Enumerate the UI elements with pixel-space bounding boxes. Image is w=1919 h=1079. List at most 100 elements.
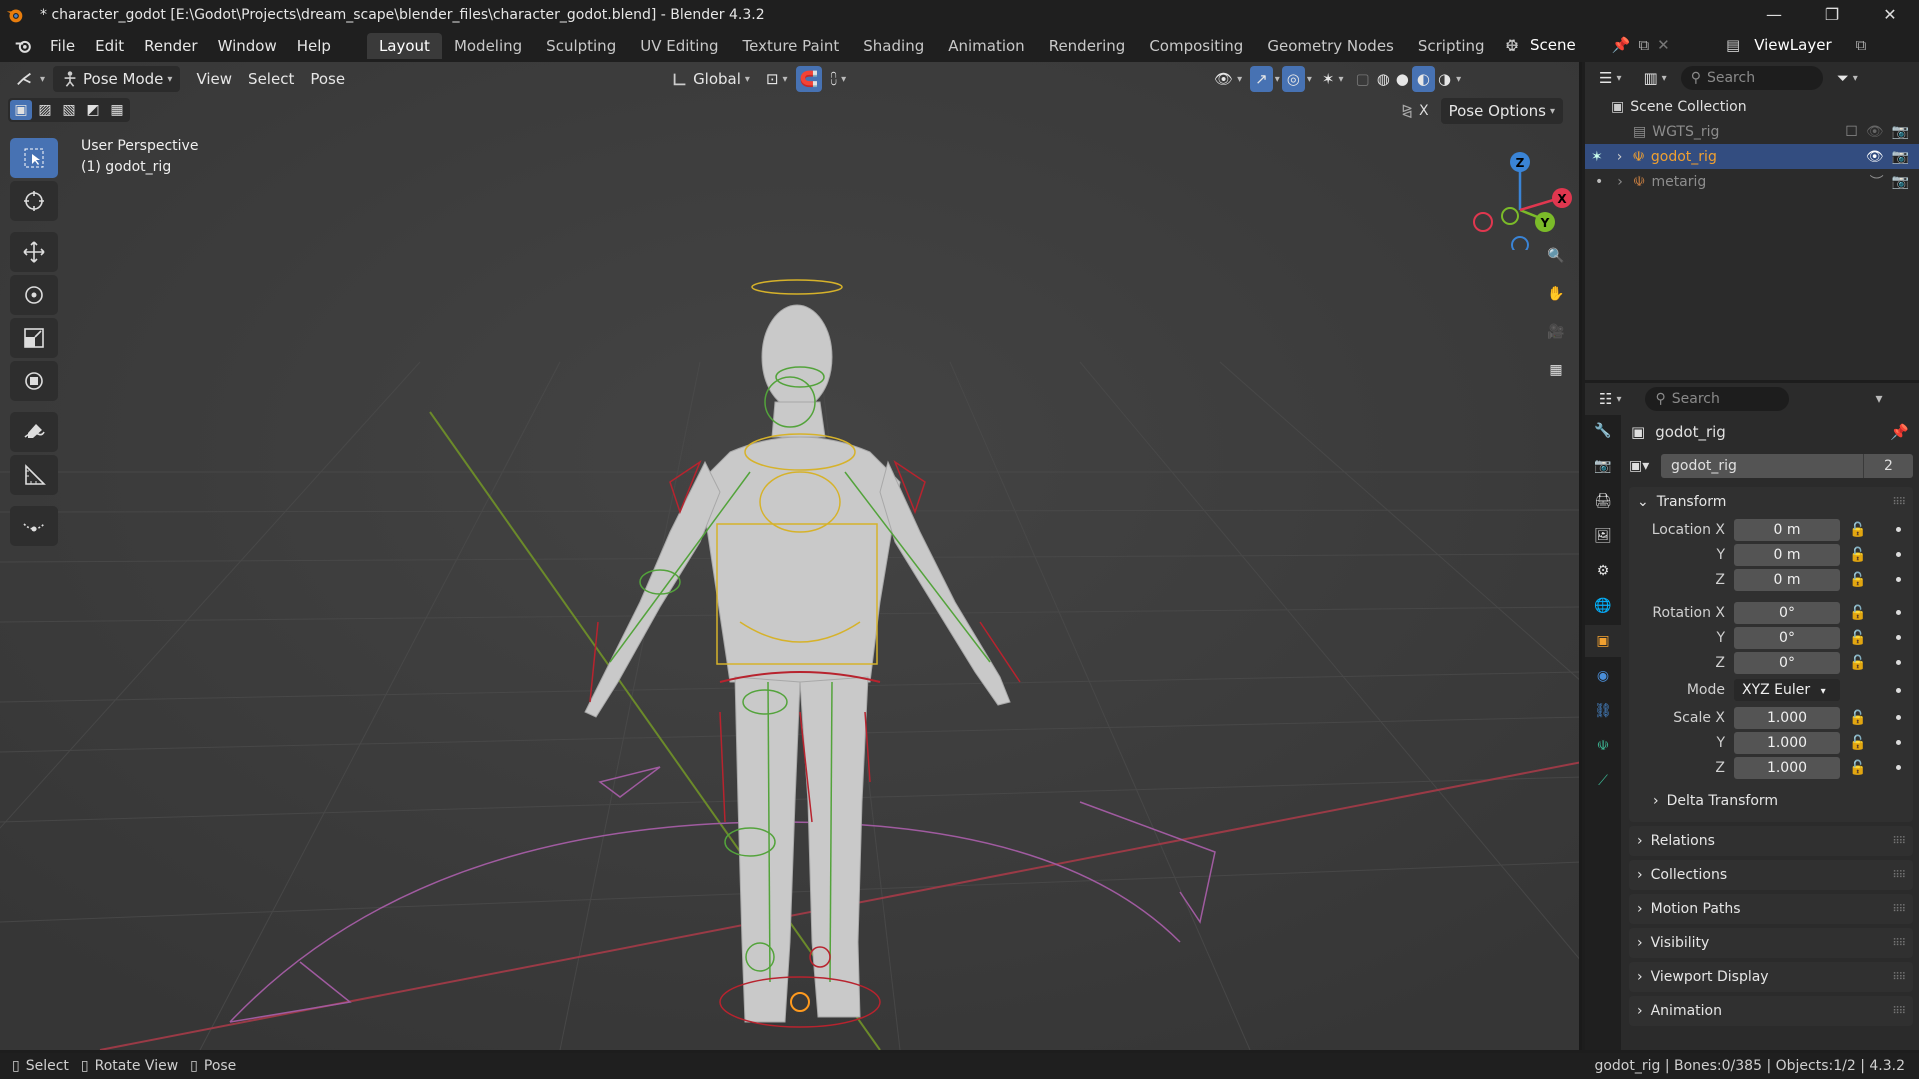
user-count[interactable]: 2 (1863, 454, 1913, 478)
drag-handle-icon[interactable]: ⠿⠿ (1892, 870, 1906, 881)
shading-menu[interactable]: ▾ (1454, 66, 1463, 92)
tab-rendering[interactable]: Rendering (1037, 33, 1138, 59)
keyframe-dot-icon[interactable] (1896, 740, 1901, 745)
tab-texture-paint[interactable]: Texture Paint (730, 33, 851, 59)
new-view-layer-icon[interactable]: ⧉ (1856, 36, 1867, 54)
pose-options-button[interactable]: Pose Options ▾ (1440, 98, 1563, 124)
camera-view-icon[interactable]: 🎥 (1540, 316, 1572, 348)
scale-tool[interactable] (10, 318, 58, 358)
drag-handle-icon[interactable]: ⠿⠿ (1892, 836, 1906, 847)
filter-button[interactable]: ⏷ ▾ (1829, 65, 1866, 91)
visibility-panel[interactable]: › Visibility ⠿⠿ (1629, 928, 1913, 958)
keyframe-dot-icon[interactable] (1896, 552, 1901, 557)
rotation-z-field[interactable]: 0° (1734, 651, 1840, 674)
cursor-tool[interactable] (10, 181, 58, 221)
bone-overlay-button[interactable]: ✶ ▾ (1314, 66, 1352, 92)
lock-icon[interactable]: 🔓 (1849, 655, 1866, 671)
overlay-toggle[interactable]: ◎ (1281, 66, 1305, 92)
rendered-shading[interactable]: ◑ (1435, 66, 1454, 92)
object-tab-icon[interactable]: ▣ (1585, 625, 1621, 657)
editor-type-button[interactable]: ▾ (6, 66, 53, 92)
wireframe-shading[interactable]: ◍ (1374, 66, 1393, 92)
lock-icon[interactable]: 🔓 (1849, 572, 1866, 588)
pin-icon[interactable]: 📌 (1890, 423, 1909, 441)
hidden-eye-icon[interactable]: ︶ (1870, 172, 1884, 192)
output-tab-icon[interactable]: 🖨 (1585, 485, 1621, 517)
delta-transform-subpanel[interactable]: › Delta Transform (1629, 786, 1913, 816)
outliner-row-metarig[interactable]: • › ☫ metarig ︶ 📷 (1585, 169, 1919, 194)
3d-viewport[interactable]: ▾ Pose Mode ▾ View Select Pose Global ▾ … (0, 62, 1582, 1050)
object-name-input[interactable]: godot_rig (1661, 454, 1863, 478)
menu-window[interactable]: Window (208, 37, 287, 55)
lock-icon[interactable]: 🔓 (1849, 605, 1866, 621)
expand-chevron-icon[interactable]: › (1617, 174, 1623, 190)
lock-icon[interactable]: 🔓 (1849, 760, 1866, 776)
keyframe-dot-icon[interactable] (1896, 610, 1901, 615)
keyframe-dot-icon[interactable] (1896, 715, 1901, 720)
scale-x-field[interactable]: 1.000 (1734, 706, 1840, 729)
tab-sculpting[interactable]: Sculpting (534, 33, 628, 59)
rotate-tool[interactable] (10, 275, 58, 315)
visibility-button[interactable]: 👁 ▾ (1206, 66, 1250, 92)
mode-selector[interactable]: Pose Mode ▾ (53, 66, 181, 92)
render-tab-icon[interactable]: 📷 (1585, 450, 1621, 482)
outliner-row-godot-rig[interactable]: ✶ › ☫ godot_rig 👁 📷 (1585, 144, 1919, 169)
drag-handle-icon[interactable]: ⠿⠿ (1892, 972, 1906, 983)
gizmo-menu[interactable]: ▾ (1273, 66, 1282, 92)
scale-y-field[interactable]: 1.000 (1734, 731, 1840, 754)
menu-edit[interactable]: Edit (85, 37, 134, 55)
viewport-display-panel[interactable]: › Viewport Display ⠿⠿ (1629, 962, 1913, 992)
tab-layout[interactable]: Layout (366, 32, 442, 59)
outliner-row-wgts-rig[interactable]: ▤ WGTS_rig ☐ 👁 📷 (1585, 119, 1919, 144)
select-new-icon[interactable]: ▣ (10, 100, 32, 120)
scale-z-field[interactable]: 1.000 (1734, 756, 1840, 779)
tab-shading[interactable]: Shading (851, 33, 936, 59)
keyframe-dot-icon[interactable] (1896, 765, 1901, 770)
properties-editor-type[interactable]: ☷ ▾ (1591, 386, 1629, 412)
animation-panel[interactable]: › Animation ⠿⠿ (1629, 996, 1913, 1026)
overlay-menu[interactable]: ▾ (1305, 66, 1314, 92)
motion-paths-panel[interactable]: › Motion Paths ⠿⠿ (1629, 894, 1913, 924)
rotation-y-field[interactable]: 0° (1734, 626, 1840, 649)
menu-file[interactable]: File (40, 37, 85, 55)
menu-help[interactable]: Help (287, 37, 341, 55)
tab-animation[interactable]: Animation (936, 33, 1036, 59)
transform-panel-header[interactable]: ⌄ Transform ⠿⠿ (1629, 487, 1913, 517)
rotation-mode-select[interactable]: XYZ Euler ▾ (1734, 679, 1840, 701)
minimize-button[interactable]: — (1745, 0, 1803, 29)
expand-chevron-icon[interactable]: › (1617, 149, 1623, 165)
view-layer-tab-icon[interactable]: 🖼 (1585, 520, 1621, 552)
keyframe-dot-icon[interactable] (1896, 577, 1901, 582)
scene-selector[interactable]: ⛭ Scene 📌 ⧉ ✕ (1506, 32, 1670, 58)
keyframe-dot-icon[interactable] (1896, 527, 1901, 532)
navigation-gizmo[interactable]: Z Y X (1465, 140, 1575, 250)
lock-icon[interactable]: 🔓 (1849, 522, 1866, 538)
select-box-tool[interactable] (10, 138, 58, 178)
tab-compositing[interactable]: Compositing (1137, 33, 1255, 59)
select-subtract-icon[interactable]: ▧ (58, 100, 80, 120)
drag-handle-icon[interactable]: ⠿⠿ (1892, 497, 1906, 508)
outliner-root-row[interactable]: ▣ Scene Collection (1585, 94, 1919, 119)
constraints-tab-icon[interactable]: ⛓ (1585, 695, 1621, 727)
display-mode-button[interactable]: ▥ ▾ (1635, 65, 1674, 91)
transform-tool[interactable] (10, 361, 58, 401)
select-invert-icon[interactable]: ◩ (82, 100, 104, 120)
rotation-x-field[interactable]: 0° (1734, 601, 1840, 624)
camera-icon[interactable]: 📷 (1892, 149, 1909, 165)
xray-toggle[interactable]: ▢ (1352, 66, 1374, 92)
blender-menu-icon[interactable] (12, 36, 36, 56)
gizmo-toggle[interactable]: ↗ (1250, 66, 1273, 92)
drag-handle-icon[interactable]: ⠿⠿ (1892, 938, 1906, 949)
armature-data-tab-icon[interactable]: ☫ (1585, 730, 1621, 762)
outliner-editor-type[interactable]: ☰ ▾ (1591, 65, 1629, 91)
snap-target-button[interactable]: ⩇ ▾ (822, 66, 854, 92)
datablock-browse-icon[interactable]: ▣▾ (1629, 458, 1661, 474)
close-button[interactable]: ✕ (1861, 0, 1919, 29)
maximize-button[interactable]: ❐ (1803, 0, 1861, 29)
menu-select[interactable]: Select (240, 66, 302, 92)
scene-tab-icon[interactable]: ⚙ (1585, 555, 1621, 587)
location-z-field[interactable]: 0 m (1734, 568, 1840, 591)
lock-icon[interactable]: 🔓 (1849, 630, 1866, 646)
x-mirror-toggle[interactable]: X (1419, 103, 1429, 119)
grid-toggle-icon[interactable]: ▦ (1540, 354, 1572, 386)
